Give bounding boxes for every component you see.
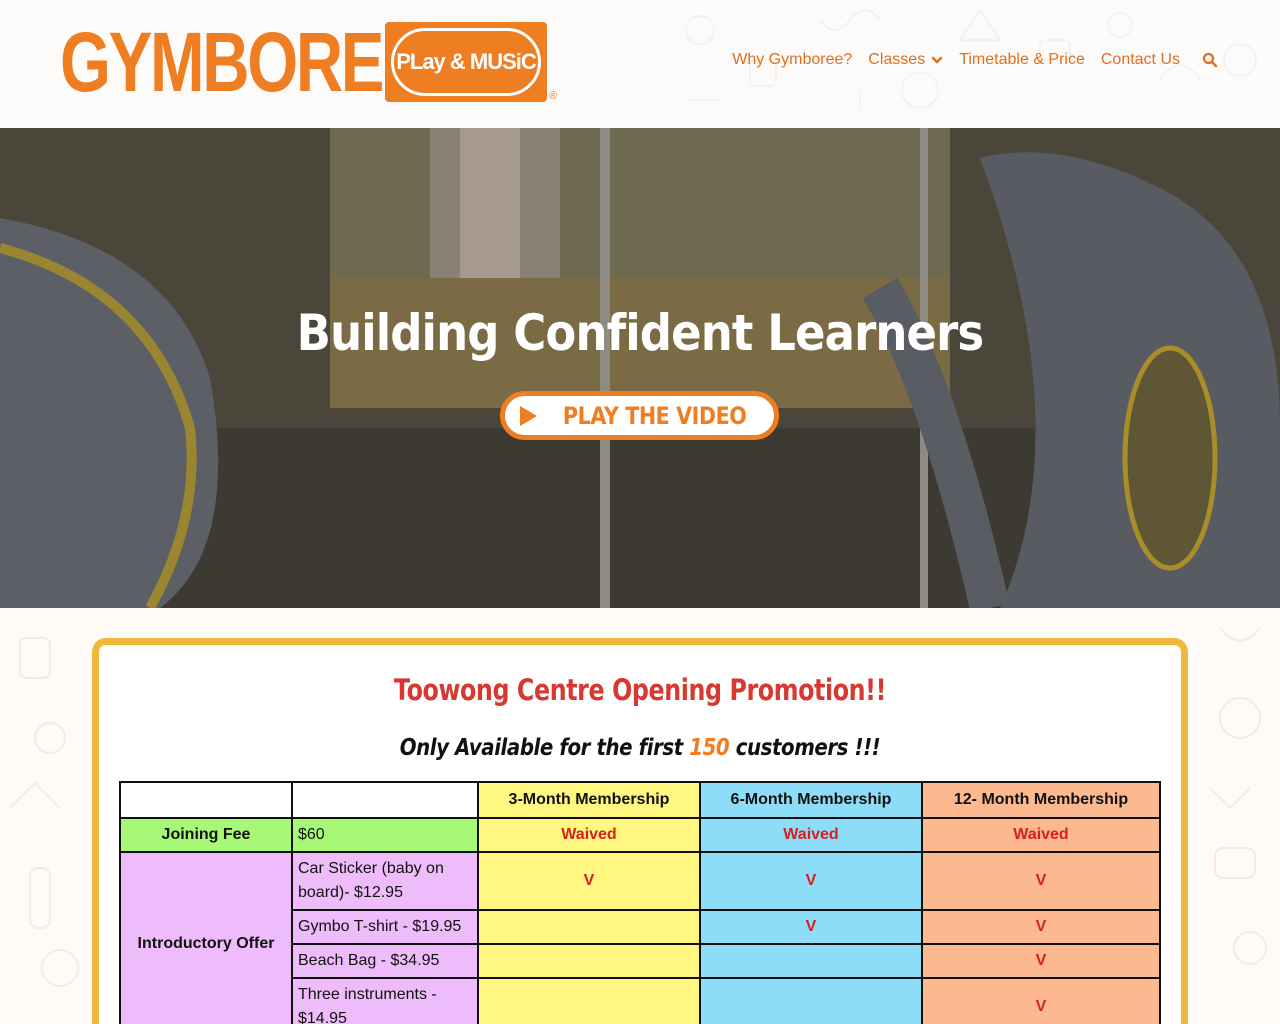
table-cell: [477, 909, 701, 945]
table-cell: [699, 977, 923, 1024]
site-header: GYMBOREE PLay & MUSiC ® Why Gymboree? Cl…: [0, 0, 1280, 128]
offer-item: Three instruments - $14.95: [291, 977, 479, 1024]
main-nav: Why Gymboree? Classes Timetable & Price …: [732, 51, 1218, 69]
joining-fee-price: $60: [291, 817, 479, 853]
promo-title: Toowong Centre Opening Promotion!!: [393, 673, 887, 707]
header-6-month: 6-Month Membership: [699, 781, 923, 819]
hero-background-image: [0, 128, 1280, 608]
table-cell: [477, 977, 701, 1024]
logo-wordmark: GYMBOREE: [60, 15, 426, 109]
offer-item: Car Sticker (baby on board)- $12.95: [291, 851, 479, 911]
header-12-month: 12- Month Membership: [921, 781, 1161, 819]
nav-classes[interactable]: Classes: [868, 51, 943, 69]
promo-subtitle: Only Available for the first 150 custome…: [399, 735, 881, 761]
search-icon[interactable]: [1202, 52, 1218, 68]
logo-badge: PLay & MUSiC: [385, 22, 547, 102]
table-header-cell: [119, 781, 293, 819]
header-3-month: 3-Month Membership: [477, 781, 701, 819]
table-cell: Waived: [477, 817, 701, 853]
membership-table: 3-Month Membership 6-Month Membership 12…: [119, 781, 1161, 1024]
chevron-down-icon: [931, 56, 943, 64]
hero-video-banner: Building Confident Learners PLAY THE VID…: [0, 128, 1280, 608]
gymboree-logo[interactable]: GYMBOREE PLay & MUSiC ®: [60, 15, 557, 109]
table-header-row: 3-Month Membership 6-Month Membership 12…: [119, 781, 1161, 819]
table-cell: V: [699, 909, 923, 945]
nav-timetable-price[interactable]: Timetable & Price: [959, 51, 1085, 69]
promo-section: Toowong Centre Opening Promotion!! Only …: [0, 608, 1280, 1024]
nav-contact-us[interactable]: Contact Us: [1101, 51, 1180, 69]
table-cell: Waived: [699, 817, 923, 853]
joining-fee-label: Joining Fee: [119, 817, 293, 853]
table-cell: V: [699, 851, 923, 911]
promo-customer-count: 150: [689, 735, 730, 761]
table-header-cell: [291, 781, 479, 819]
play-video-button[interactable]: PLAY THE VIDEO: [500, 391, 779, 440]
introductory-offer-label: Introductory Offer: [119, 851, 293, 1024]
play-icon: [519, 405, 537, 426]
table-cell: V: [921, 943, 1161, 979]
offer-item: Gymbo T-shirt - $19.95: [291, 909, 479, 945]
table-cell: V: [921, 909, 1161, 945]
logo-badge-text: PLay & MUSiC: [396, 49, 537, 74]
hero-title: Building Confident Learners: [296, 304, 985, 362]
play-video-label: PLAY THE VIDEO: [562, 401, 747, 430]
table-cell: [477, 943, 701, 979]
promo-card: Toowong Centre Opening Promotion!! Only …: [92, 638, 1188, 1024]
offer-item: Beach Bag - $34.95: [291, 943, 479, 979]
table-cell: V: [477, 851, 701, 911]
joining-fee-row: Joining Fee $60 Waived Waived Waived: [119, 817, 1161, 853]
table-cell: V: [921, 977, 1161, 1024]
table-cell: [699, 943, 923, 979]
nav-why-gymboree[interactable]: Why Gymboree?: [732, 51, 852, 69]
registered-mark: ®: [549, 90, 558, 102]
table-cell: V: [921, 851, 1161, 911]
table-cell: Waived: [921, 817, 1161, 853]
table-row: Introductory Offer Car Sticker (baby on …: [119, 851, 1161, 1024]
